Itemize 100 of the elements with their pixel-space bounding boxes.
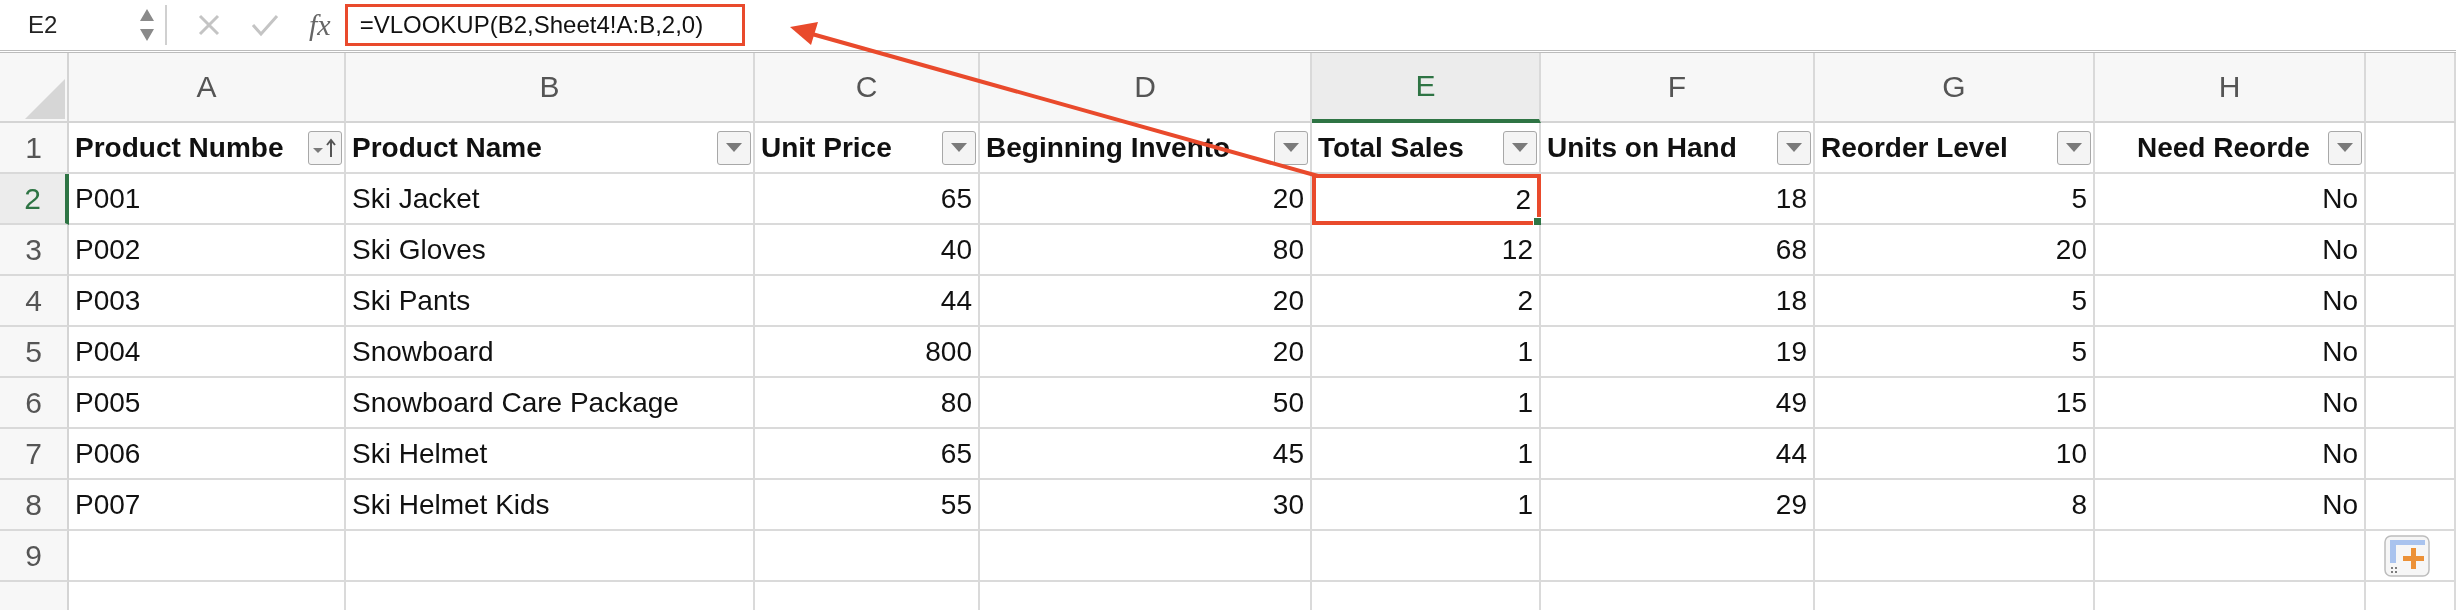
- column-header[interactable]: H: [2095, 53, 2366, 123]
- table-cell: 1: [1312, 429, 1541, 480]
- table-cell: 29: [1541, 480, 1815, 531]
- filter-button[interactable]: [717, 130, 751, 165]
- caret-icon: [951, 142, 967, 153]
- function-label[interactable]: fx: [309, 8, 331, 42]
- row-header[interactable]: 1: [0, 123, 69, 174]
- column-header[interactable]: A: [69, 53, 346, 123]
- table-cell: 40: [755, 225, 980, 276]
- column-header[interactable]: E: [1312, 53, 1541, 123]
- table-cell: 2: [1312, 174, 1541, 225]
- table-cell: 30: [980, 480, 1312, 531]
- column-header[interactable]: D: [980, 53, 1312, 123]
- row-header[interactable]: 6: [0, 378, 69, 429]
- table-cell: 5: [1815, 276, 2095, 327]
- table-cell: No: [2095, 480, 2366, 531]
- column-title: Product Numbe: [75, 131, 284, 164]
- filter-button[interactable]: [308, 130, 342, 165]
- column-header[interactable]: G: [1815, 53, 2095, 123]
- filter-button[interactable]: [2057, 130, 2091, 165]
- table-cell: 44: [755, 276, 980, 327]
- filter-button[interactable]: [1274, 130, 1308, 165]
- caret-icon: [2337, 142, 2353, 153]
- table-cell: Ski Gloves: [346, 225, 755, 276]
- table-cell: 2: [1312, 276, 1541, 327]
- table-cell: 65: [755, 174, 980, 225]
- table-cell: 18: [1541, 276, 1815, 327]
- filter-button[interactable]: [1503, 130, 1537, 165]
- table-cell: P001: [69, 174, 346, 225]
- filter-button[interactable]: [942, 130, 976, 165]
- column-title: Need Reorde: [2137, 131, 2310, 164]
- filter-button[interactable]: [2328, 130, 2362, 165]
- table-cell: 68: [1541, 225, 1815, 276]
- column-header[interactable]: F: [1541, 53, 1815, 123]
- table-cell: Ski Helmet Kids: [346, 480, 755, 531]
- table-cell: P002: [69, 225, 346, 276]
- table-cell: No: [2095, 378, 2366, 429]
- column-title: Unit Price: [761, 131, 892, 164]
- table-cell: Ski Jacket: [346, 174, 755, 225]
- row-header[interactable]: 5: [0, 327, 69, 378]
- table-cell: 80: [980, 225, 1312, 276]
- table-cell: 20: [1815, 225, 2095, 276]
- row-header[interactable]: 4: [0, 276, 69, 327]
- column-header[interactable]: C: [755, 53, 980, 123]
- table-cell: P004: [69, 327, 346, 378]
- sort-filter-icon: [312, 137, 338, 158]
- column-title: Units on Hand: [1547, 131, 1737, 164]
- name-box[interactable]: E2: [28, 11, 58, 39]
- column-header[interactable]: B: [346, 53, 755, 123]
- column-title: Reorder Level: [1821, 131, 2008, 164]
- caret-icon: [1512, 142, 1528, 153]
- table-cell: P006: [69, 429, 346, 480]
- table-cell: 45: [980, 429, 1312, 480]
- paste-options-icon[interactable]: [2384, 535, 2430, 577]
- table-cell: 5: [1815, 174, 2095, 225]
- table-cell: P005: [69, 378, 346, 429]
- table-cell: 55: [755, 480, 980, 531]
- table-cell: Snowboard Care Package: [346, 378, 755, 429]
- table-cell: 800: [755, 327, 980, 378]
- table-cell: 50: [980, 378, 1312, 429]
- table-cell: Snowboard: [346, 327, 755, 378]
- caret-icon: [1283, 142, 1299, 153]
- table-cell: 1: [1312, 327, 1541, 378]
- table-cell: 20: [980, 327, 1312, 378]
- table-cell: No: [2095, 225, 2366, 276]
- table-cell: 65: [755, 429, 980, 480]
- table-cell: No: [2095, 174, 2366, 225]
- caret-icon: [726, 142, 742, 153]
- table-cell: 49: [1541, 378, 1815, 429]
- caret-icon: [1786, 142, 1802, 153]
- table-cell: No: [2095, 276, 2366, 327]
- table-cell: 10: [1815, 429, 2095, 480]
- row-header[interactable]: 7: [0, 429, 69, 480]
- table-cell: No: [2095, 429, 2366, 480]
- table-cell: 20: [980, 276, 1312, 327]
- column-title: Total Sales: [1318, 131, 1464, 164]
- table-cell: 44: [1541, 429, 1815, 480]
- table-cell: 5: [1815, 327, 2095, 378]
- table-cell: 20: [980, 174, 1312, 225]
- formula-field[interactable]: =VLOOKUP(B2,Sheet4!A:B,2,0): [344, 4, 745, 46]
- table-cell: 12: [1312, 225, 1541, 276]
- row-header[interactable]: 9: [0, 531, 69, 582]
- row-header[interactable]: 3: [0, 225, 69, 276]
- table-cell: 1: [1312, 378, 1541, 429]
- table-cell: 8: [1815, 480, 2095, 531]
- filter-button[interactable]: [1777, 130, 1811, 165]
- fill-handle[interactable]: [1533, 217, 1542, 226]
- checkmark-icon[interactable]: [251, 13, 279, 37]
- row-header[interactable]: 2: [0, 174, 69, 225]
- triangle-icon: [25, 79, 65, 119]
- table-cell: Ski Helmet: [346, 429, 755, 480]
- table-cell: 15: [1815, 378, 2095, 429]
- table-cell: No: [2095, 327, 2366, 378]
- table-cell: P003: [69, 276, 346, 327]
- table-cell: 1: [1312, 480, 1541, 531]
- row-header[interactable]: 8: [0, 480, 69, 531]
- table-cell: Ski Pants: [346, 276, 755, 327]
- caret-icon: [2066, 142, 2082, 153]
- column-title: Product Name: [352, 131, 542, 164]
- table-cell: 19: [1541, 327, 1815, 378]
